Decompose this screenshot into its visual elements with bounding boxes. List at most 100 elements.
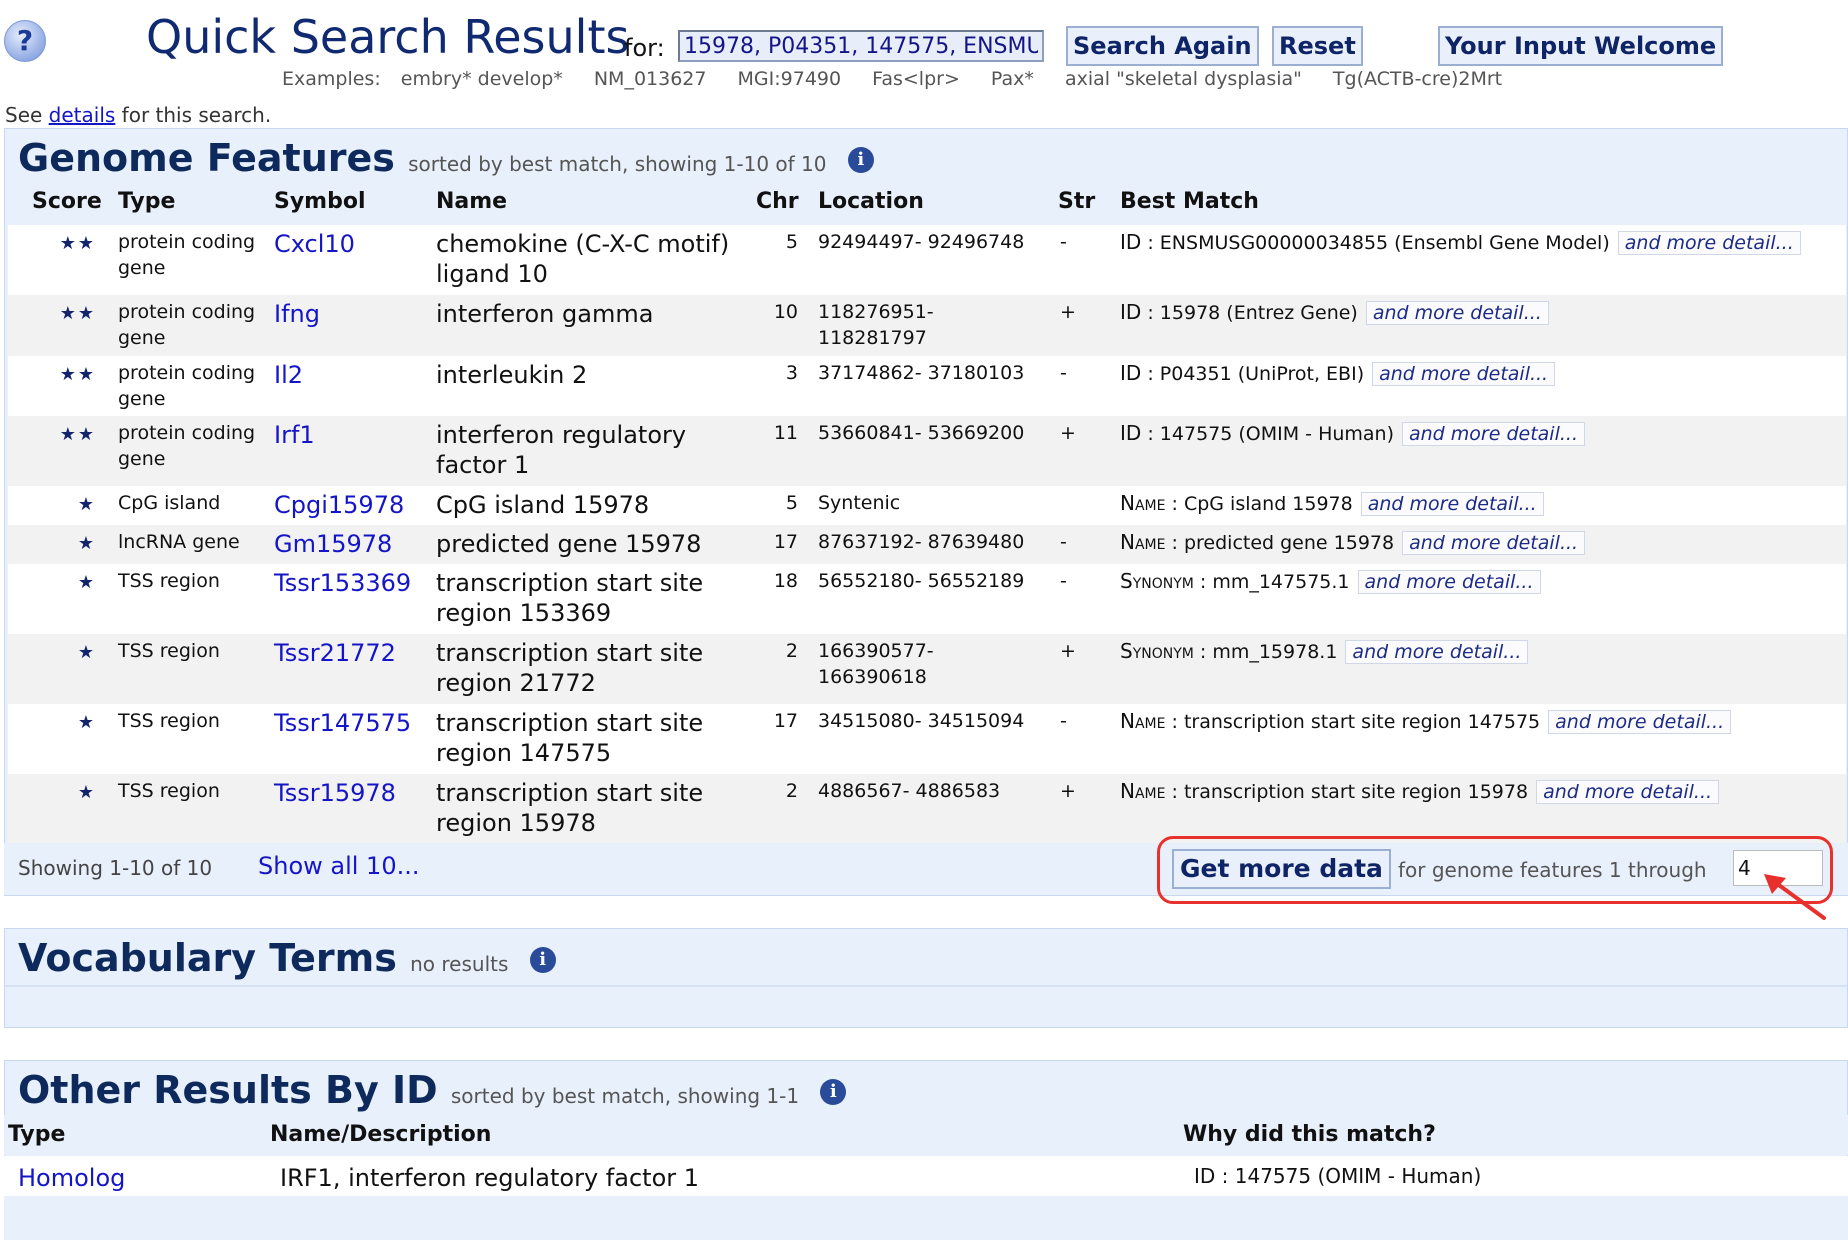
name-cell: transcription start site region 147575 <box>436 709 704 767</box>
location-cell: 92494497- 92496748 <box>818 231 1025 253</box>
symbol-link[interactable]: Gm15978 <box>274 529 392 559</box>
more-detail-link[interactable]: and more detail... <box>1402 422 1585 446</box>
example-item[interactable]: NM_013627 <box>594 68 707 90</box>
best-match-cell: Name : predicted gene 15978 and more deta… <box>1120 529 1848 556</box>
type-cell: TSS region <box>118 780 220 802</box>
example-item[interactable]: Fas<lpr> <box>872 68 960 90</box>
match-value: : mm_147575.1 <box>1199 571 1350 593</box>
genome-features-heading: Genome Features <box>18 136 395 180</box>
example-item[interactable]: MGI:97490 <box>738 68 842 90</box>
match-value: : CpG island 15978 <box>1171 493 1353 515</box>
strand-cell: - <box>1060 231 1067 253</box>
for-label: for: <box>624 34 665 62</box>
match-label: ID <box>1120 230 1142 254</box>
see-details-line: See details for this search. <box>5 103 271 127</box>
vocabulary-title: Vocabulary Terms no results i <box>18 936 556 980</box>
or-name-cell: IRF1, interferon regulatory factor 1 <box>280 1164 700 1192</box>
symbol-link[interactable]: Irf1 <box>274 420 315 450</box>
chr-cell: 2 <box>785 780 798 802</box>
col-symbol: Symbol <box>274 189 366 214</box>
help-icon[interactable]: ? <box>4 20 46 62</box>
type-cell: protein coding gene <box>118 231 256 279</box>
table-row: ★★ protein coding gene Irf1 interferon regu… <box>8 416 1846 486</box>
genome-features-subtitle: sorted by best match, showing 1-10 of 10 <box>408 152 827 176</box>
more-detail-link[interactable]: and more detail... <box>1402 531 1586 555</box>
type-cell: TSS region <box>118 640 220 662</box>
see-suffix: for this search. <box>121 103 272 127</box>
example-item[interactable]: axial "skeletal dysplasia" <box>1065 68 1302 90</box>
match-label: ID <box>1120 361 1142 385</box>
info-icon[interactable]: i <box>529 947 556 973</box>
match-value: : 15978 (Entrez Gene) <box>1147 302 1358 324</box>
or-why-cell: ID : 147575 (OMIM - Human) <box>1194 1164 1482 1188</box>
more-detail-link[interactable]: and more detail... <box>1548 710 1732 734</box>
symbol-link[interactable]: Ifng <box>274 299 320 329</box>
table-row: ★ TSS region Tssr15978 transcription start … <box>8 774 1846 843</box>
homolog-link[interactable]: Homolog <box>18 1164 125 1192</box>
score-stars-icon: ★ <box>77 572 96 593</box>
match-value: : mm_15978.1 <box>1199 641 1338 663</box>
search-input[interactable] <box>678 30 1044 62</box>
location-cell: 53660841- 53669200 <box>818 422 1025 444</box>
score-stars-icon: ★ <box>77 782 96 803</box>
see-prefix: See <box>5 103 43 127</box>
location-cell: 56552180- 56552189 <box>818 570 1025 592</box>
reset-button[interactable]: Reset <box>1272 26 1363 66</box>
info-icon[interactable]: i <box>847 147 874 173</box>
name-cell: interleukin 2 <box>436 361 588 389</box>
col-or-name: Name/Description <box>270 1122 492 1147</box>
match-label: Name <box>1120 530 1166 554</box>
more-detail-link[interactable]: and more detail... <box>1360 492 1544 516</box>
name-cell: CpG island 15978 <box>436 491 650 519</box>
type-cell: protein coding gene <box>118 422 256 470</box>
examples-label: Examples: <box>282 68 381 90</box>
more-detail-link[interactable]: and more detail... <box>1345 640 1529 664</box>
example-item[interactable]: Tg(ACTB-cre)2Mrt <box>1333 68 1502 90</box>
match-label: Synonym <box>1120 569 1194 593</box>
match-label: ID <box>1120 300 1142 324</box>
info-icon[interactable]: i <box>820 1079 847 1105</box>
score-stars-icon: ★★ <box>59 303 96 324</box>
get-more-data-button[interactable]: Get more data <box>1172 849 1391 889</box>
strand-cell: - <box>1060 570 1067 592</box>
symbol-link[interactable]: Tssr15978 <box>274 778 396 808</box>
symbol-link[interactable]: Tssr147575 <box>274 708 411 738</box>
strand-cell: + <box>1060 640 1076 662</box>
col-or-why: Why did this match? <box>1183 1122 1436 1147</box>
col-chr: Chr <box>756 189 799 214</box>
other-results-heading: Other Results By ID <box>18 1068 438 1112</box>
best-match-cell: ID : ENSMUSG00000034855 (Ensembl Gene Mo… <box>1120 229 1848 256</box>
score-stars-icon: ★ <box>77 642 96 663</box>
chr-cell: 2 <box>785 640 798 662</box>
search-again-button[interactable]: Search Again <box>1066 26 1259 66</box>
symbol-link[interactable]: Tssr153369 <box>274 568 411 598</box>
other-results-subtitle: sorted by best match, showing 1-1 <box>450 1084 800 1108</box>
for-genome-features-label: for genome features 1 through <box>1398 858 1707 882</box>
more-detail-link[interactable]: and more detail... <box>1372 362 1556 386</box>
more-detail-link[interactable]: and more detail... <box>1617 231 1801 255</box>
more-detail-link[interactable]: and more detail... <box>1536 780 1720 804</box>
details-link[interactable]: details <box>49 103 116 127</box>
chr-cell: 5 <box>785 492 798 514</box>
example-item[interactable]: Pax* <box>991 68 1034 90</box>
symbol-link[interactable]: Cpgi15978 <box>274 490 404 520</box>
best-match-cell: ID : P04351 (UniProt, EBI) and more detai… <box>1120 360 1848 387</box>
more-detail-link[interactable]: and more detail... <box>1357 570 1541 594</box>
symbol-link[interactable]: Tssr21772 <box>274 638 396 668</box>
your-input-welcome-button[interactable]: Your Input Welcome <box>1438 26 1724 66</box>
symbol-link[interactable]: Cxcl10 <box>274 229 355 259</box>
match-value: : predicted gene 15978 <box>1171 532 1395 554</box>
location-cell: 166390577- 166390618 <box>818 640 934 688</box>
symbol-link[interactable]: Il2 <box>274 360 303 390</box>
show-all-link[interactable]: Show all 10... <box>258 852 419 880</box>
location-cell: 87637192- 87639480 <box>818 531 1025 553</box>
example-item[interactable]: embry* develop* <box>401 68 563 90</box>
match-value: : transcription start site region 15978 <box>1171 781 1529 803</box>
name-cell: transcription start site region 21772 <box>436 639 704 697</box>
type-cell: protein coding gene <box>118 301 256 349</box>
more-detail-link[interactable]: and more detail... <box>1365 301 1549 325</box>
type-cell: lncRNA gene <box>118 531 240 553</box>
other-results-footer <box>4 1196 1848 1240</box>
type-cell: protein coding gene <box>118 362 256 410</box>
type-cell: TSS region <box>118 570 220 592</box>
